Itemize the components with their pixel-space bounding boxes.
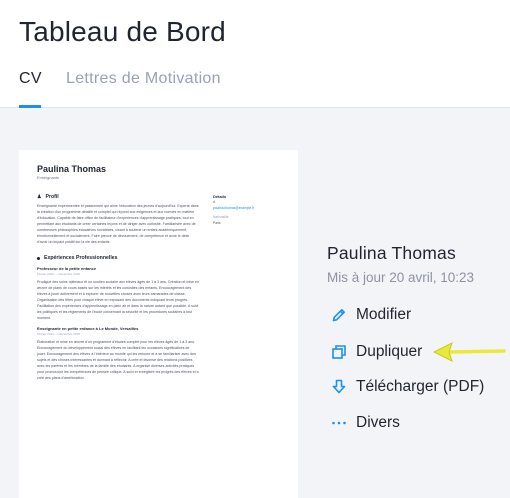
page-title: Tableau de Bord xyxy=(19,16,226,47)
resume-job-1-text: Prodigué des soins optimaux et un soutie… xyxy=(37,280,200,320)
document-name: Paulina Thomas xyxy=(327,243,456,263)
resume-experience-heading: Expériences Professionnelles xyxy=(37,255,199,261)
more-button[interactable]: Divers xyxy=(330,412,400,434)
document-updated: Mis à jour 20 avril, 10:23 xyxy=(327,270,475,285)
download-icon xyxy=(330,378,348,396)
resume-name: Paulina Thomas xyxy=(37,164,107,174)
tab-bar: CV Lettres de Motivation xyxy=(0,60,510,108)
resume-job-1-dates: Février 2016 — Novembre 2019 xyxy=(37,272,80,276)
tab-lettres-de-motivation[interactable]: Lettres de Motivation xyxy=(66,70,221,88)
resume-profile-text: Enseignante expérimentée et passionnée q… xyxy=(37,204,199,244)
annotation-arrow-icon xyxy=(432,342,506,362)
edit-label: Modifier xyxy=(356,306,412,323)
resume-job-2-title: Enseignante en petite enfance à Le Monde… xyxy=(37,326,139,331)
resume-details: Détails d paulina.thomas@example.fr Nati… xyxy=(213,194,283,226)
resume-job-title: Enseignante xyxy=(37,175,60,180)
briefcase-icon xyxy=(37,256,40,260)
tab-cv[interactable]: CV xyxy=(19,70,42,88)
resume-job-2-text: Élaboration et mise en œuvre d'un progra… xyxy=(37,340,199,380)
download-pdf-button[interactable]: Télécharger (PDF) xyxy=(330,376,484,398)
download-pdf-label: Télécharger (PDF) xyxy=(356,378,485,395)
person-icon: ♟ xyxy=(37,194,42,200)
more-icon xyxy=(330,414,348,432)
resume-job-2-dates: Février 2014 — Décembre 2018 xyxy=(37,332,80,336)
resume-preview[interactable]: Paulina Thomas Enseignante ♟ Profil Ense… xyxy=(19,150,298,498)
resume-job-1-title: Professeur de la petite enfance xyxy=(37,266,97,271)
pencil-icon xyxy=(330,306,348,324)
resume-profile-heading: ♟ Profil xyxy=(37,194,59,200)
more-label: Divers xyxy=(356,414,400,431)
duplicate-icon xyxy=(330,343,348,361)
duplicate-label: Dupliquer xyxy=(356,343,423,360)
resume-details-email: paulina.thomas@example.fr xyxy=(213,206,255,210)
edit-button[interactable]: Modifier xyxy=(330,304,411,326)
resume-details-nationality: Paris xyxy=(213,221,221,225)
duplicate-button[interactable]: Dupliquer xyxy=(330,341,422,363)
